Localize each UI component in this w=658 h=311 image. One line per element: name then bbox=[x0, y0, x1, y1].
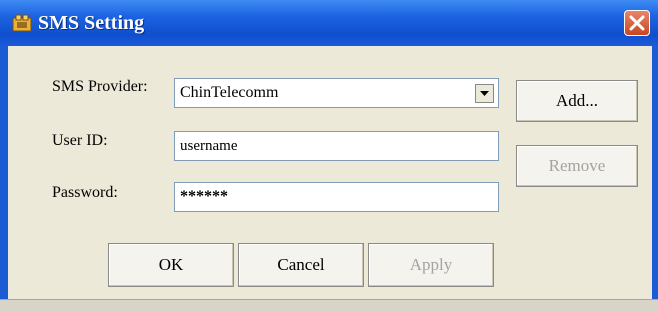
close-icon bbox=[629, 15, 645, 31]
user-id-input[interactable]: username bbox=[174, 131, 499, 161]
apply-button[interactable]: Apply bbox=[368, 243, 494, 287]
cancel-button[interactable]: Cancel bbox=[238, 243, 364, 287]
sms-provider-label: SMS Provider: bbox=[52, 78, 148, 95]
password-label: Password: bbox=[52, 184, 118, 201]
remove-button[interactable]: Remove bbox=[516, 145, 638, 187]
window-bottom-edge bbox=[0, 299, 658, 311]
user-id-value: username bbox=[180, 138, 238, 154]
sms-setting-dialog: SMS Setting SMS Provider: ChinTelecomm U… bbox=[0, 0, 658, 311]
chevron-down-icon bbox=[480, 91, 489, 96]
window-title: SMS Setting bbox=[38, 12, 145, 34]
dropdown-button[interactable] bbox=[475, 84, 494, 103]
ok-button[interactable]: OK bbox=[108, 243, 234, 287]
close-button[interactable] bbox=[624, 10, 650, 36]
sms-provider-value: ChinTelecomm bbox=[180, 84, 279, 101]
password-value: ****** bbox=[180, 188, 228, 205]
add-button[interactable]: Add... bbox=[516, 80, 638, 122]
sms-app-icon bbox=[12, 14, 32, 32]
sms-provider-select[interactable]: ChinTelecomm bbox=[174, 78, 499, 108]
title-bar[interactable]: SMS Setting bbox=[0, 0, 658, 46]
password-input[interactable]: ****** bbox=[174, 182, 499, 212]
user-id-label: User ID: bbox=[52, 132, 108, 149]
